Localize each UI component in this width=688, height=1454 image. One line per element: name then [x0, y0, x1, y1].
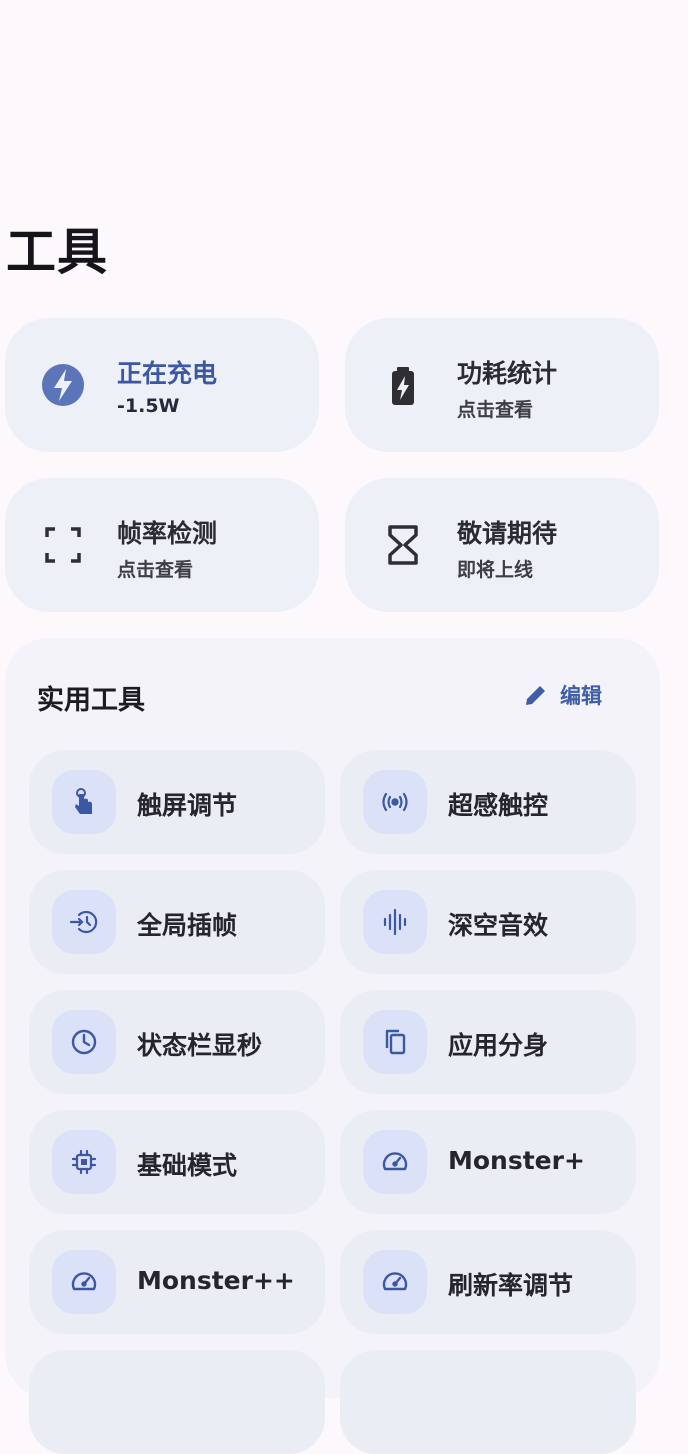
tool-global-frame-insert[interactable]: 全局插帧: [29, 870, 325, 974]
speedometer-icon: [363, 1130, 427, 1194]
sound-wave-icon: [363, 890, 427, 954]
tool-label: 应用分身: [448, 1031, 549, 1060]
frame-insert-icon: [52, 890, 116, 954]
card-subtitle: 点击查看: [457, 399, 534, 421]
tool-label: 触屏调节: [137, 791, 238, 820]
lightning-icon: [41, 363, 85, 407]
tool-monster-plus-plus[interactable]: Monster++: [29, 1230, 325, 1334]
battery-icon: [381, 363, 425, 407]
tool-partial[interactable]: [29, 1350, 325, 1454]
speedometer-icon: [52, 1250, 116, 1314]
tool-statusbar-seconds[interactable]: 状态栏显秒: [29, 990, 325, 1094]
hourglass-icon: [381, 523, 425, 567]
card-subtitle: 即将上线: [457, 559, 534, 581]
tool-app-clone[interactable]: 应用分身: [340, 990, 636, 1094]
card-title: 帧率检测: [117, 519, 218, 548]
tool-label: 刷新率调节: [448, 1271, 574, 1300]
coming-soon-card[interactable]: 敬请期待 即将上线: [345, 478, 659, 612]
card-title: 功耗统计: [457, 359, 558, 388]
tool-super-touch[interactable]: 超感触控: [340, 750, 636, 854]
tool-touch-adjust[interactable]: 触屏调节: [29, 750, 325, 854]
tools-panel: 实用工具 编辑 触屏调节 超感触控 全局插帧 深空音效 状态栏显秒 应用分身 基…: [5, 638, 660, 1454]
page-title: 工具: [6, 223, 108, 281]
vibration-icon: [363, 770, 427, 834]
card-title: 正在充电: [117, 359, 218, 388]
chip-icon: [52, 1130, 116, 1194]
touch-icon: [52, 770, 116, 834]
power-stats-card[interactable]: 功耗统计 点击查看: [345, 318, 659, 452]
tool-label: 基础模式: [137, 1151, 238, 1180]
copy-icon: [363, 1010, 427, 1074]
edit-label: 编辑: [560, 684, 602, 708]
tool-refresh-rate[interactable]: 刷新率调节: [340, 1230, 636, 1334]
tool-label: Monster++: [137, 1266, 295, 1295]
card-title: 敬请期待: [457, 519, 558, 548]
tool-label: 超感触控: [448, 791, 549, 820]
charging-card[interactable]: 正在充电 -1.5W: [5, 318, 319, 452]
pencil-icon: [526, 686, 545, 705]
section-title: 实用工具: [37, 685, 145, 716]
tool-label: 全局插帧: [137, 911, 238, 940]
tool-partial[interactable]: [340, 1350, 636, 1454]
tool-label: Monster+: [448, 1146, 585, 1175]
tool-deep-space-sound[interactable]: 深空音效: [340, 870, 636, 974]
frame-icon: [41, 523, 85, 567]
clock-icon: [52, 1010, 116, 1074]
tool-label: 深空音效: [448, 911, 549, 940]
tool-basic-mode[interactable]: 基础模式: [29, 1110, 325, 1214]
card-subtitle: -1.5W: [117, 395, 180, 417]
fps-detect-card[interactable]: 帧率检测 点击查看: [5, 478, 319, 612]
speedometer-icon: [363, 1250, 427, 1314]
card-subtitle: 点击查看: [117, 559, 194, 581]
tool-monster-plus[interactable]: Monster+: [340, 1110, 636, 1214]
edit-button[interactable]: 编辑: [522, 680, 602, 710]
tool-label: 状态栏显秒: [137, 1031, 263, 1060]
